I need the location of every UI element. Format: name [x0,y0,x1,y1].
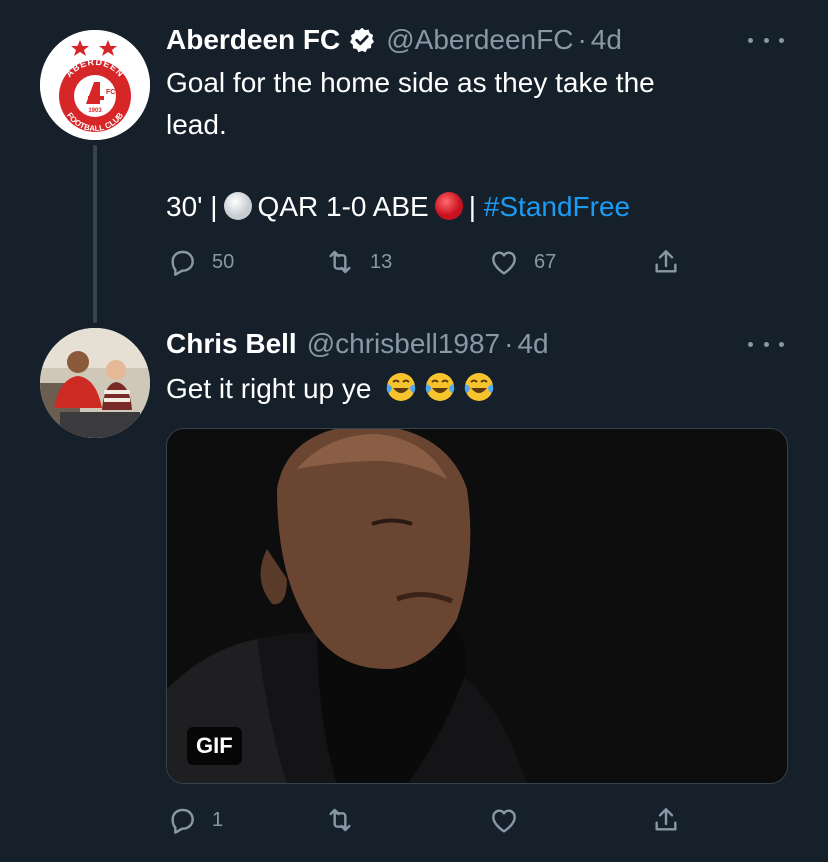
white-circle-icon [222,190,254,222]
retweet-icon [329,250,351,274]
score-text: QAR 1-0 ABE [257,191,429,222]
reply-button[interactable]: 1 [166,802,223,838]
like-button[interactable]: 67 [488,244,556,280]
share-button[interactable] [650,802,682,838]
retweet-icon [329,808,351,832]
thread-connector [93,145,97,323]
tweet-header: Aberdeen FC @AberdeenFC · 4d [166,22,622,58]
reply-count: 50 [212,250,235,273]
gif-badge: GIF [187,727,242,765]
score-minute: 30' | [166,191,218,222]
heart-icon [492,251,516,275]
tweet-header: Chris Bell @chrisbell1987 · 4d [166,326,549,362]
reply-icon [171,250,194,276]
retweet-count: 13 [370,250,393,273]
aberdeen-avatar[interactable]: ABERDEEN FOOTBALL CLUB FC 1903 [40,30,150,140]
tweet-chris-bell[interactable]: Chris Bell @chrisbell1987 · 4d Get it ri… [0,318,828,862]
chris-bell-avatar[interactable] [40,328,150,438]
score-line: 30' | QAR 1-0 ABE | #StandFree [166,186,630,228]
heart-icon [492,809,516,833]
timestamp[interactable]: 4d [517,326,548,362]
username-handle[interactable]: @chrisbell1987 [307,326,500,362]
tweet-text-line: Goal for the home side as they take the [166,67,655,98]
share-icon [655,250,677,273]
display-name[interactable]: Chris Bell [166,326,297,362]
score-separator: | [468,191,477,222]
tweet-text-line: lead. [166,109,227,140]
more-options-icon[interactable] [748,332,784,356]
face-with-tears-of-joy-icon [462,370,496,404]
svg-text:FC: FC [106,89,115,96]
username-handle[interactable]: @AberdeenFC [386,22,573,58]
like-button[interactable] [488,802,520,838]
timestamp[interactable]: 4d [591,22,622,58]
red-circle-icon [433,190,465,222]
share-icon [655,808,677,831]
gif-preview-image [167,429,787,783]
separator-dot: · [577,24,587,55]
reply-count: 1 [212,808,224,831]
reply-icon [171,808,194,834]
hashtag-link[interactable]: #StandFree [484,191,630,222]
verified-badge-icon [348,26,376,54]
tweet-text: Goal for the home side as they take the … [166,62,655,146]
share-button[interactable] [650,244,682,280]
reply-button[interactable]: 50 [166,244,234,280]
like-count: 67 [534,250,557,273]
retweet-button[interactable] [324,802,356,838]
tweet-text: Get it right up ye [166,368,496,410]
aberdeen-crest-icon: ABERDEEN FOOTBALL CLUB FC 1903 [40,30,150,140]
separator-dot: · [504,328,514,359]
face-with-tears-of-joy-icon [423,370,457,404]
more-options-icon[interactable] [748,28,784,52]
tweet-text-line: Get it right up ye [166,373,372,404]
tweet-aberdeen[interactable]: ABERDEEN FOOTBALL CLUB FC 1903 Aberdeen … [0,0,828,323]
gif-media[interactable]: GIF [166,428,788,784]
retweet-button[interactable]: 13 [324,244,392,280]
profile-photo-icon [40,328,150,438]
tweet-actions: 50 13 67 [166,244,696,280]
display-name[interactable]: Aberdeen FC [166,22,340,58]
svg-text:1903: 1903 [88,108,102,114]
tweet-actions: 1 [166,802,696,838]
face-with-tears-of-joy-icon [384,370,418,404]
